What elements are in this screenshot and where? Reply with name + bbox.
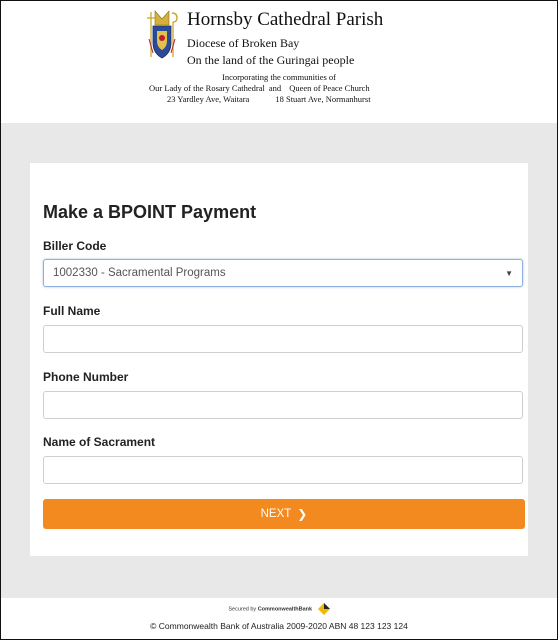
sacrament-name-label: Name of Sacrament: [43, 435, 156, 449]
full-name-input[interactable]: [43, 325, 523, 353]
grey-band-bottom: [1, 556, 557, 598]
biller-code-value: 1002330 - Sacramental Programs: [53, 267, 226, 279]
land-acknowledgement: On the land of the Guringai people: [187, 53, 355, 67]
phone-number-label: Phone Number: [43, 370, 129, 384]
page-frame: Hornsby Cathedral Parish Diocese of Brok…: [0, 0, 558, 640]
parish-name: Hornsby Cathedral Parish: [187, 9, 384, 30]
cba-diamond-icon: [317, 603, 330, 615]
diocese-name: Diocese of Broken Bay: [187, 36, 300, 50]
church-names: Our Lady of the Rosary Cathedral and Queen…: [149, 83, 370, 93]
secured-by-text: Secured by: [228, 606, 257, 613]
and-text: and: [268, 83, 282, 93]
copyright-text: © Commonwealth Bank of Australia 2009-20…: [150, 621, 408, 631]
church-addresses: 23 Yardley Ave, Waitara 18 Stuart Ave, No…: [167, 94, 371, 104]
biller-code-label: Biller Code: [43, 239, 107, 253]
address-2: 18 Stuart Ave, Normanhurst: [275, 94, 371, 104]
church-1: Our Lady of the Rosary Cathedral: [149, 83, 265, 93]
full-name-label: Full Name: [43, 304, 101, 318]
address-1: 23 Yardley Ave, Waitara: [167, 94, 250, 104]
sacrament-name-input[interactable]: [43, 456, 523, 484]
form-title: Make a BPOINT Payment: [43, 202, 257, 222]
grey-band-right: [528, 163, 557, 556]
phone-number-input[interactable]: [43, 391, 523, 419]
parish-crest-icon: [147, 10, 178, 59]
incorporating-text: Incorporating the communities of: [221, 72, 336, 82]
next-button[interactable]: NEXT ❯: [43, 499, 525, 529]
biller-code-select[interactable]: 1002330 - Sacramental Programs ▼: [43, 259, 523, 287]
grey-band-left: [1, 163, 30, 556]
next-label: NEXT: [260, 508, 292, 520]
parish-header: Hornsby Cathedral Parish Diocese of Brok…: [1, 1, 557, 123]
bank-brand-text: CommonwealthBank: [257, 606, 313, 613]
church-2: Queen of Peace Church: [289, 83, 370, 93]
chevron-right-icon: ❯: [297, 507, 308, 521]
payment-form-card: Make a BPOINT Payment Biller Code 100233…: [30, 163, 528, 556]
chevron-down-icon: ▼: [505, 268, 513, 278]
grey-band-top: [1, 123, 557, 163]
secured-by-badge: Secured by CommonwealthBank: [1, 603, 557, 615]
